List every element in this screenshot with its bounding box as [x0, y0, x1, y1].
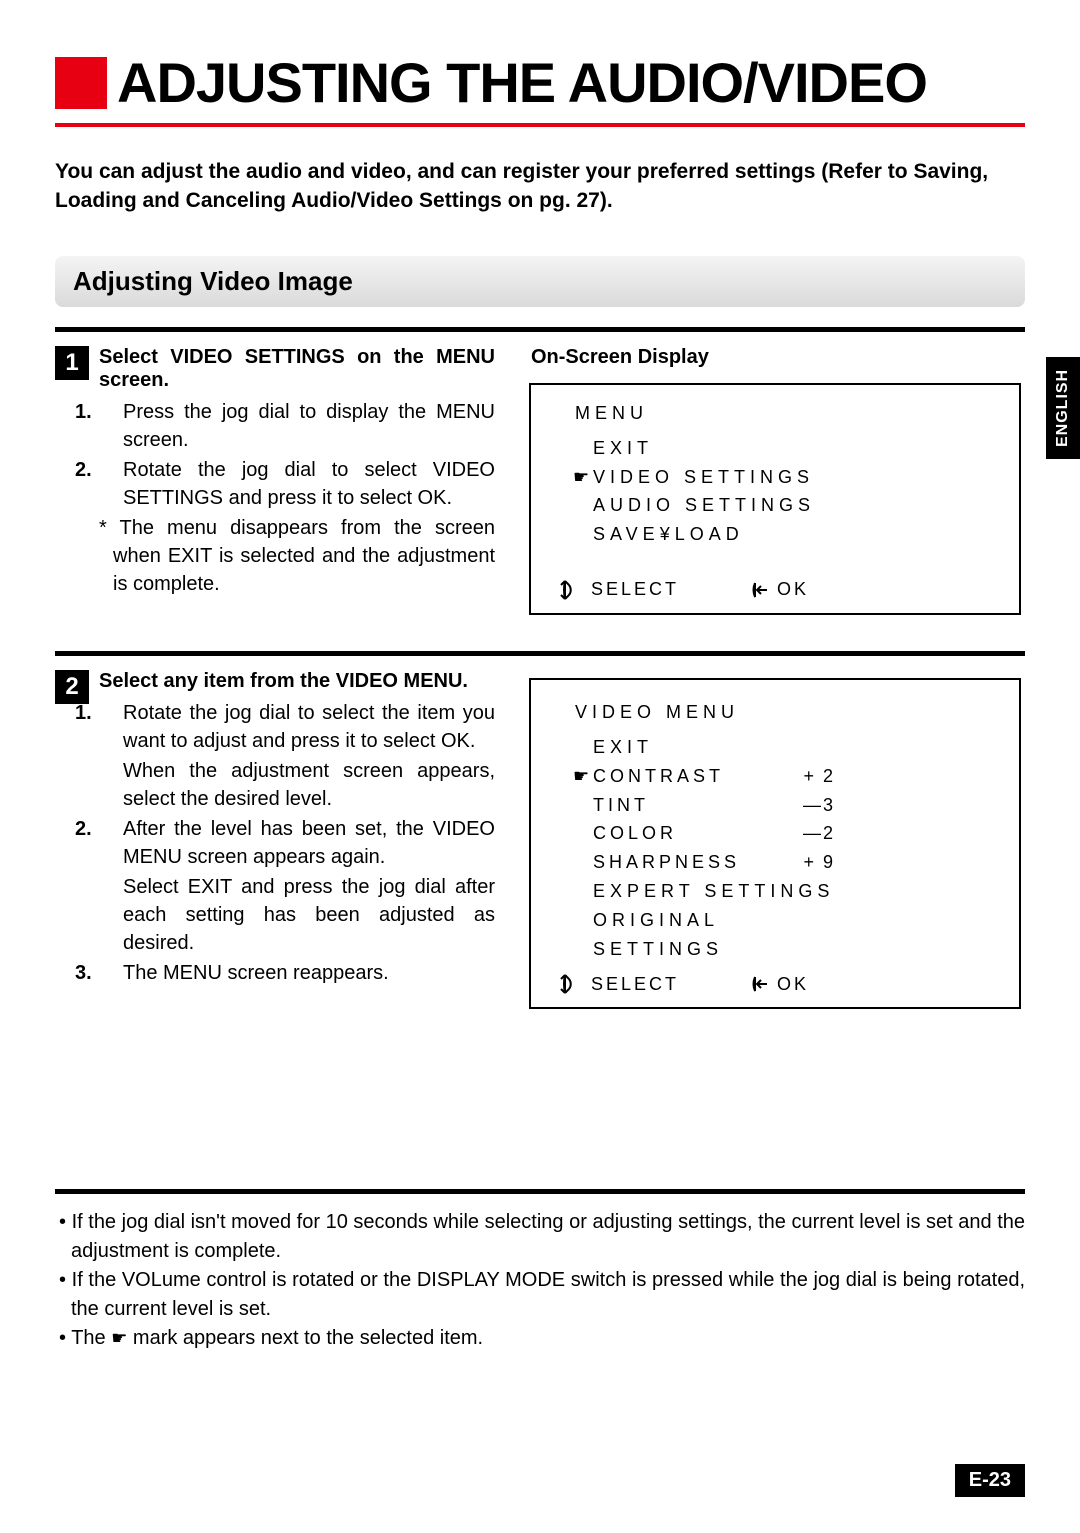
osd1-exit: EXIT [593, 434, 995, 463]
step1-note: * The menu disappears from the screen wh… [99, 514, 495, 598]
note-3: • The ☛ mark appears next to the selecte… [55, 1324, 1025, 1353]
step2-sub1a: 1.Rotate the jog dial to select the item… [99, 699, 495, 755]
step1-sub2: 2.Rotate the jog dial to select VIDEO SE… [99, 456, 495, 512]
step2-sub2a: 2.After the level has been set, the VIDE… [99, 815, 495, 871]
jog-press-icon [749, 579, 771, 601]
osd2-original: ORIGINAL SETTINGS [593, 906, 835, 964]
osd2-head: VIDEO MENU [575, 702, 995, 723]
osd2-color: COLOR—2 [593, 819, 835, 848]
note-1: • If the jog dial isn't moved for 10 sec… [55, 1208, 1025, 1266]
intro-text: You can adjust the audio and video, and … [55, 157, 1025, 216]
osd-video-menu: VIDEO MENU EXIT ☛CONTRAST+ 2 TINT—3 COLO… [529, 678, 1021, 1009]
step2-sub3: 3.The MENU screen reappears. [99, 959, 495, 987]
osd2-contrast: ☛CONTRAST+ 2 [593, 762, 835, 791]
osd2-ok-hint: OK [749, 973, 809, 995]
page-number: E-23 [955, 1464, 1025, 1497]
title-accent-square [55, 57, 107, 109]
divider [55, 327, 1025, 332]
section-heading: Adjusting Video Image [55, 256, 1025, 307]
language-tab: ENGLISH [1046, 357, 1080, 459]
osd1-ok-hint: OK [749, 579, 809, 601]
osd2-select-hint: SELECT [559, 971, 679, 997]
title-underline [55, 123, 1025, 127]
note-2: • If the VOLume control is rotated or th… [55, 1266, 1025, 1324]
jog-rotate-icon [559, 971, 585, 997]
jog-press-icon [749, 973, 771, 995]
step2-sub1b: When the adjustment screen appears, sele… [99, 757, 495, 813]
osd1-video-settings: ☛VIDEO SETTINGS [593, 463, 995, 492]
jog-rotate-icon [559, 577, 585, 603]
step2-sub2b: Select EXIT and press the jog dial after… [99, 873, 495, 957]
step-number-1: 1 [55, 346, 89, 380]
step1-sub1: 1.Press the jog dial to display the MENU… [99, 398, 495, 454]
osd-menu-screen: MENU EXIT ☛VIDEO SETTINGS AUDIO SETTINGS… [529, 383, 1021, 615]
osd-label: On-Screen Display [525, 346, 1025, 369]
osd2-tint: TINT—3 [593, 791, 835, 820]
pointer-icon: ☛ [573, 463, 594, 492]
step2-title: Select any item from the VIDEO MENU. [99, 670, 495, 693]
osd2-exit: EXIT [593, 733, 835, 762]
osd1-head: MENU [575, 403, 995, 424]
divider [55, 1189, 1025, 1194]
pointer-icon: ☛ [573, 762, 594, 791]
divider [55, 651, 1025, 656]
pointer-icon: ☛ [111, 1328, 127, 1348]
osd2-sharpness: SHARPNESS+ 9 [593, 848, 835, 877]
step1-title: Select VIDEO SETTINGS on the MENU screen… [99, 346, 495, 392]
osd2-expert: EXPERT SETTINGS [593, 877, 835, 906]
page-title: ADJUSTING THE AUDIO/VIDEO [117, 50, 927, 115]
osd1-save-load: SAVE¥LOAD [593, 520, 995, 549]
osd1-audio-settings: AUDIO SETTINGS [593, 491, 995, 520]
osd1-select-hint: SELECT [559, 577, 679, 603]
